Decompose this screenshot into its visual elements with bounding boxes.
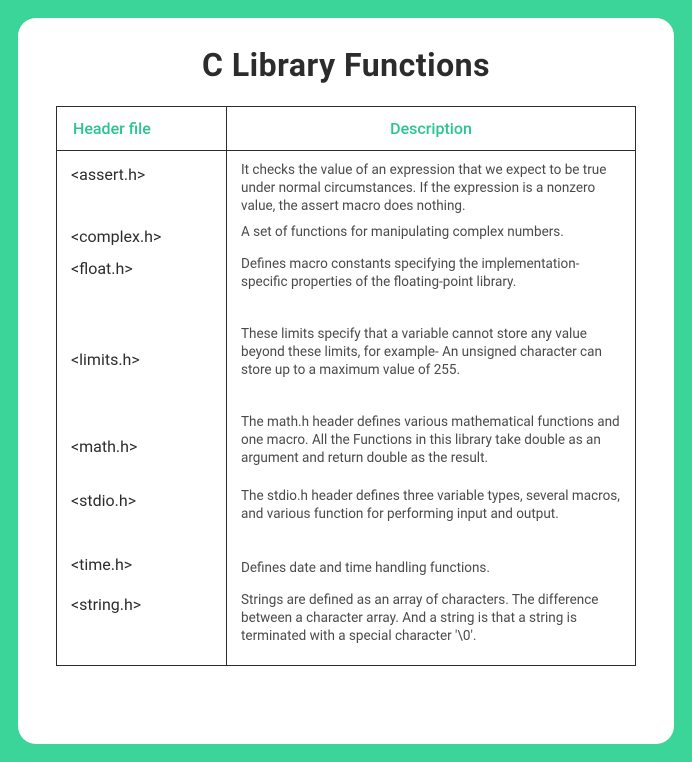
library-table: Header file Description <assert.h> <comp… [56,106,636,666]
page-title: C Library Functions [56,46,636,84]
header-file-cell: <limits.h> [71,313,226,405]
header-file-cell: <stdio.h> [71,487,226,551]
description-cell: The stdio.h header defines three variabl… [241,487,621,551]
header-file-cell: <float.h> [71,255,226,313]
header-file-cell: <time.h> [71,551,226,591]
column-header-file: Header file [57,107,227,150]
description-cell: Defines date and time handling functions… [241,551,621,591]
header-file-cell: <string.h> [71,591,226,655]
column-header-description: Description [227,107,635,150]
header-file-cell: <complex.h> [71,223,226,255]
description-cell: These limits specify that a variable can… [241,313,621,405]
header-file-cell: <assert.h> [71,161,226,223]
description-column: It checks the value of an expression tha… [227,151,635,665]
header-file-column: <assert.h> <complex.h> <float.h> <limits… [57,151,227,665]
description-cell: The math.h header defines various mathem… [241,405,621,487]
header-file-cell: <math.h> [71,405,226,487]
content-card: C Library Functions Header file Descript… [18,18,674,744]
table-header-row: Header file Description [57,107,635,151]
description-cell: Defines macro constants specifying the i… [241,255,621,313]
description-cell: It checks the value of an expression tha… [241,161,621,223]
description-cell: Strings are defined as an array of chara… [241,591,621,655]
table-body: <assert.h> <complex.h> <float.h> <limits… [57,151,635,665]
description-cell: A set of functions for manipulating comp… [241,223,621,255]
